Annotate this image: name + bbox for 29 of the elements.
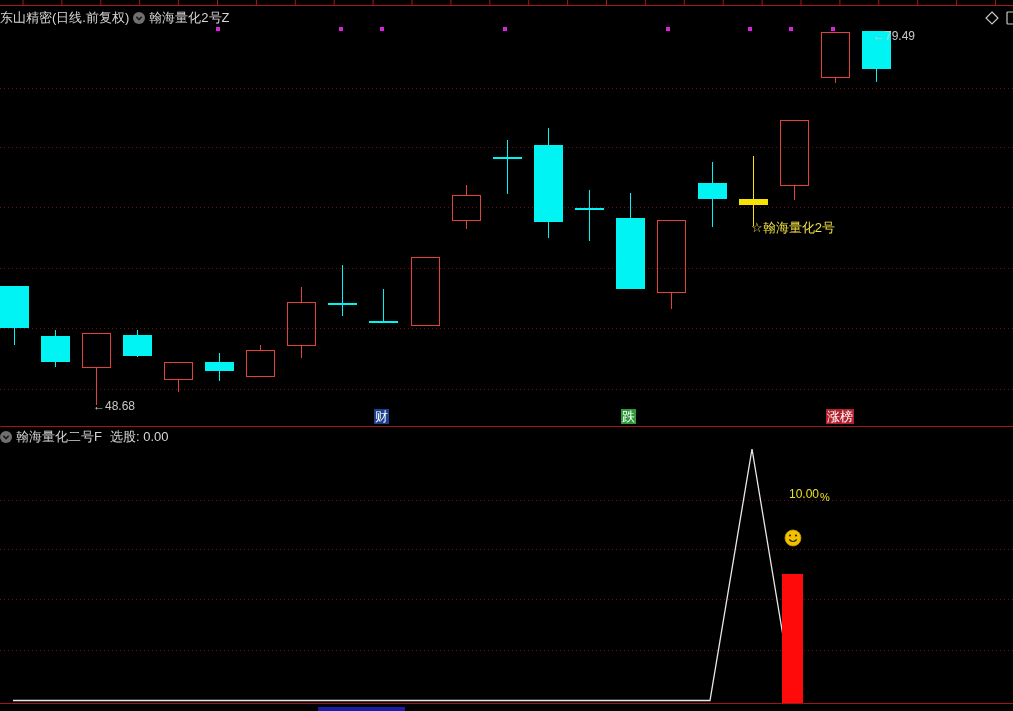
indicator-reading: 选股: 0.00 [109,429,169,445]
candlestick [123,329,152,358]
low-price-label: ←48.68 [93,399,136,413]
signal-label: ☆翰海量化2号 [751,221,835,235]
diamond-icon[interactable] [985,11,999,25]
candlestick [369,288,398,324]
candlestick [246,344,275,377]
candlestick [164,362,193,393]
candlestick [575,189,604,242]
unit-label: % [820,491,830,504]
indicator-name: 翰海量化二号F [16,429,102,445]
candlestick [698,161,727,228]
stock-title: 东山精密(日线.前复权) [0,10,130,26]
candlestick [411,257,440,326]
event-tag[interactable]: 跌 [621,409,636,424]
smiley-icon [784,529,802,547]
value-label: 10.00 [789,487,820,501]
dropdown-icon[interactable] [0,431,12,443]
candlestick [821,32,850,84]
candlestick [205,352,234,382]
indicator-name: 翰海量化2号Z [149,10,230,26]
candlestick [493,139,522,195]
candlestick [41,329,70,368]
event-tag[interactable]: 涨榜 [826,409,854,424]
candlestick [452,184,481,230]
candlestick [328,264,357,317]
dropdown-icon[interactable] [133,12,146,24]
candlestick [0,285,29,346]
event-tag[interactable]: 财 [374,409,389,424]
